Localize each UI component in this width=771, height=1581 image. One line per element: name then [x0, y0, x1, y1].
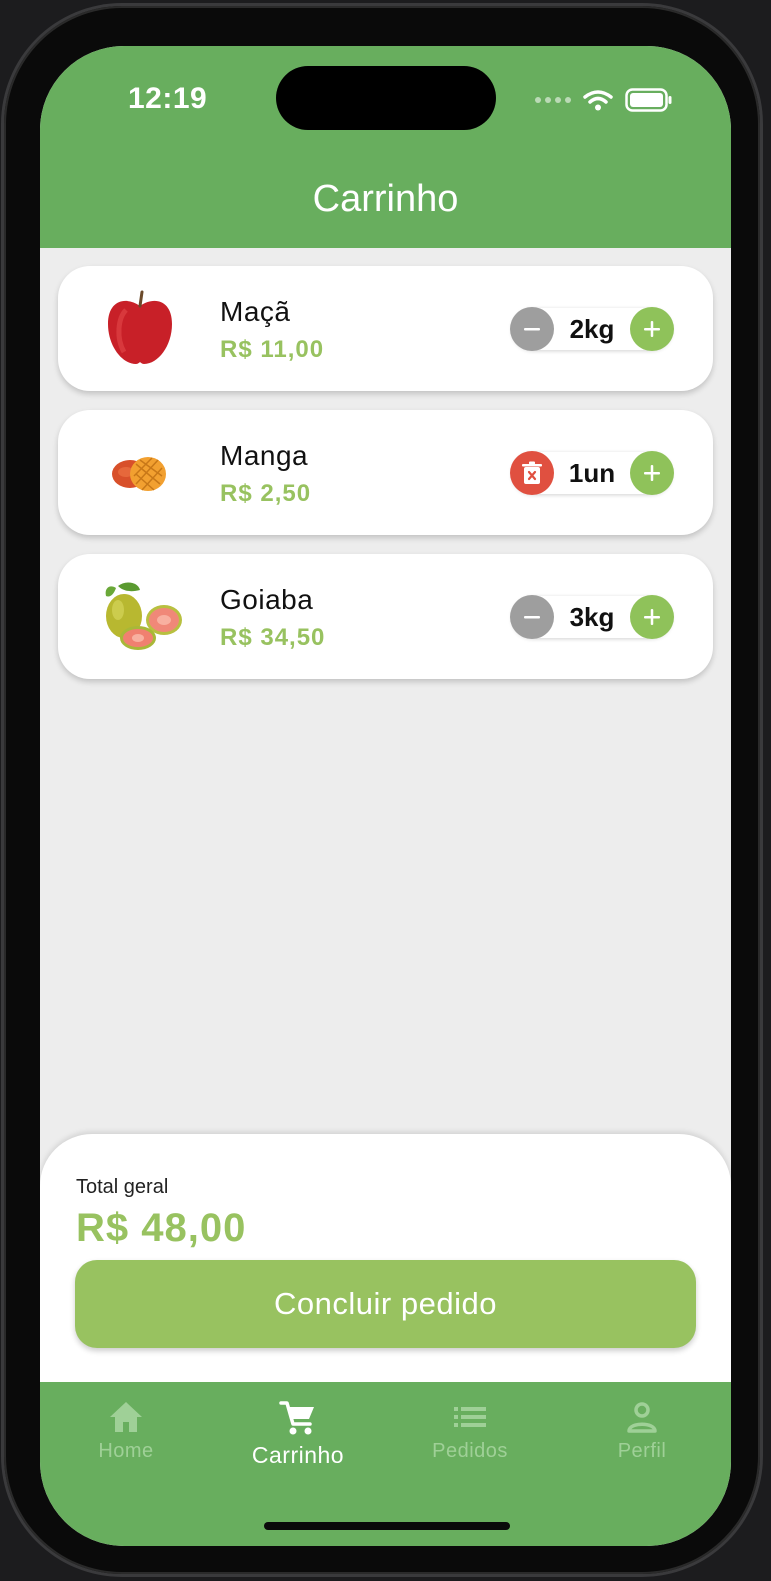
app-screen: 12:19 Carrinho Maçã R$ 11,00 2kg Manga R… — [40, 46, 731, 1546]
quantity-stepper: 3kg — [510, 595, 674, 639]
tab-profile[interactable]: Perfil — [556, 1400, 728, 1463]
product-name: Manga — [220, 440, 309, 471]
cart-item-mango: Manga R$ 2,50 1un — [58, 410, 713, 535]
increase-button[interactable] — [630, 307, 674, 351]
status-icons — [535, 88, 673, 112]
dynamic-island — [276, 66, 496, 130]
cart-icon — [279, 1401, 314, 1435]
apple-image — [108, 290, 172, 364]
product-name: Maçã — [220, 296, 291, 327]
product-price: R$ 34,50 — [220, 624, 326, 651]
quantity-value: 2kg — [569, 314, 615, 344]
battery-icon — [625, 88, 672, 112]
phone-frame: 12:19 Carrinho Maçã R$ 11,00 2kg Manga R… — [4, 6, 760, 1574]
tab-label: Home — [98, 1440, 154, 1462]
wifi-icon — [583, 90, 613, 111]
list-icon — [454, 1407, 486, 1427]
product-price: R$ 11,00 — [220, 336, 325, 363]
home-indicator[interactable] — [264, 1522, 510, 1530]
increase-button[interactable] — [630, 451, 674, 495]
tab-label: Perfil — [617, 1440, 667, 1462]
total-label: Total geral — [76, 1176, 169, 1198]
plus-icon — [644, 321, 660, 337]
page-title: Carrinho — [312, 178, 459, 220]
app-header: 12:19 Carrinho — [40, 46, 731, 248]
tab-label: Carrinho — [251, 1442, 345, 1468]
product-price: R$ 2,50 — [220, 480, 312, 507]
cart-item-guava: Goiaba R$ 34,50 3kg — [58, 554, 713, 679]
checkout-button[interactable]: Concluir pedido — [75, 1260, 696, 1348]
total-value: R$ 48,00 — [76, 1206, 247, 1250]
plus-icon — [644, 465, 660, 481]
increase-button[interactable] — [630, 595, 674, 639]
cart-item-apple: Maçã R$ 11,00 2kg — [58, 266, 713, 391]
quantity-stepper: 2kg — [510, 307, 674, 351]
trash-icon — [522, 461, 542, 484]
tab-home[interactable]: Home — [40, 1400, 212, 1463]
quantity-value: 3kg — [569, 602, 615, 632]
tab-cart[interactable]: Carrinho — [212, 1400, 384, 1469]
quantity-value: 1un — [568, 458, 616, 488]
product-name: Goiaba — [220, 584, 314, 615]
decrease-button[interactable] — [510, 307, 554, 351]
home-icon — [110, 1402, 142, 1432]
remove-item-button[interactable] — [510, 451, 554, 495]
tab-orders[interactable]: Pedidos — [384, 1400, 556, 1463]
person-icon — [627, 1402, 657, 1433]
quantity-stepper: 1un — [510, 451, 674, 495]
plus-icon — [644, 609, 660, 625]
minus-icon — [524, 328, 540, 331]
status-time: 12:19 — [128, 82, 208, 115]
mango-image — [112, 457, 166, 491]
guava-image — [105, 582, 182, 650]
cellular-signal-icon — [535, 97, 571, 103]
tab-label: Pedidos — [432, 1440, 508, 1462]
decrease-button[interactable] — [510, 595, 554, 639]
minus-icon — [524, 616, 540, 619]
